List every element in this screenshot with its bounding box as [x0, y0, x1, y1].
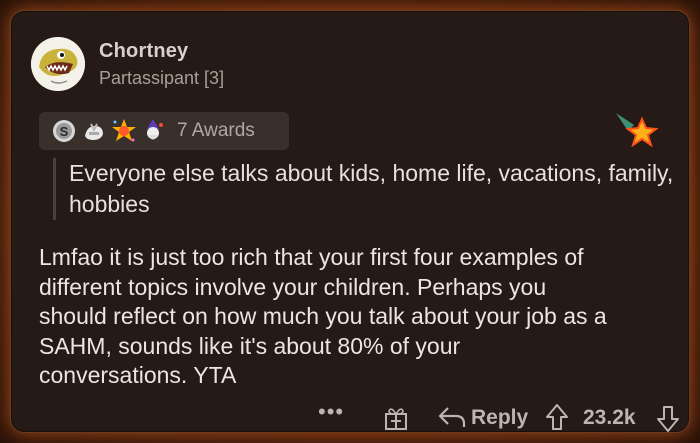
gift-icon	[385, 408, 407, 430]
comment-body: Lmfao it is just too rich that your firs…	[39, 243, 679, 391]
award-gift-button[interactable]	[383, 405, 409, 431]
user-avatar[interactable]	[31, 37, 85, 91]
svg-text:S: S	[60, 124, 69, 139]
more-options-button[interactable]: •••	[318, 399, 344, 425]
rising-star-award-icon[interactable]	[616, 111, 660, 155]
upvote-arrow-icon[interactable]	[545, 403, 569, 431]
background-glow: Chortney Partassipant [3] S 7 Awards Eve…	[0, 0, 700, 443]
body-line: Lmfao it is just too rich that your firs…	[39, 244, 584, 270]
quoted-text: Everyone else talks about kids, home lif…	[53, 158, 689, 220]
reply-button[interactable]: Reply	[471, 406, 528, 430]
body-line: should reflect on how much you talk abou…	[39, 303, 607, 329]
comment-card: Chortney Partassipant [3] S 7 Awards Eve…	[10, 10, 690, 433]
comment-actions: ••• Reply 23.2k	[11, 399, 691, 439]
vote-score: 23.2k	[583, 406, 636, 429]
wholesome-award-icon	[81, 118, 107, 144]
body-line: SAHM, sounds like it's about 80% of your	[39, 332, 461, 359]
username[interactable]: Chortney	[99, 40, 188, 63]
avatar-creature-icon	[31, 37, 85, 91]
user-flair: Partassipant [3]	[99, 68, 225, 88]
wizard-award-icon	[141, 118, 167, 144]
starstruck-award-icon	[111, 118, 137, 144]
body-line: different topics involve your children. …	[39, 273, 547, 300]
silver-award-icon: S	[51, 118, 77, 144]
reply-arrow-icon[interactable]	[438, 405, 466, 429]
awards-bar[interactable]: S 7 Awards	[39, 112, 289, 150]
downvote-arrow-icon[interactable]	[656, 405, 680, 433]
awards-count: 7 Awards	[177, 120, 255, 141]
body-line: conversations. YTA	[39, 362, 237, 388]
